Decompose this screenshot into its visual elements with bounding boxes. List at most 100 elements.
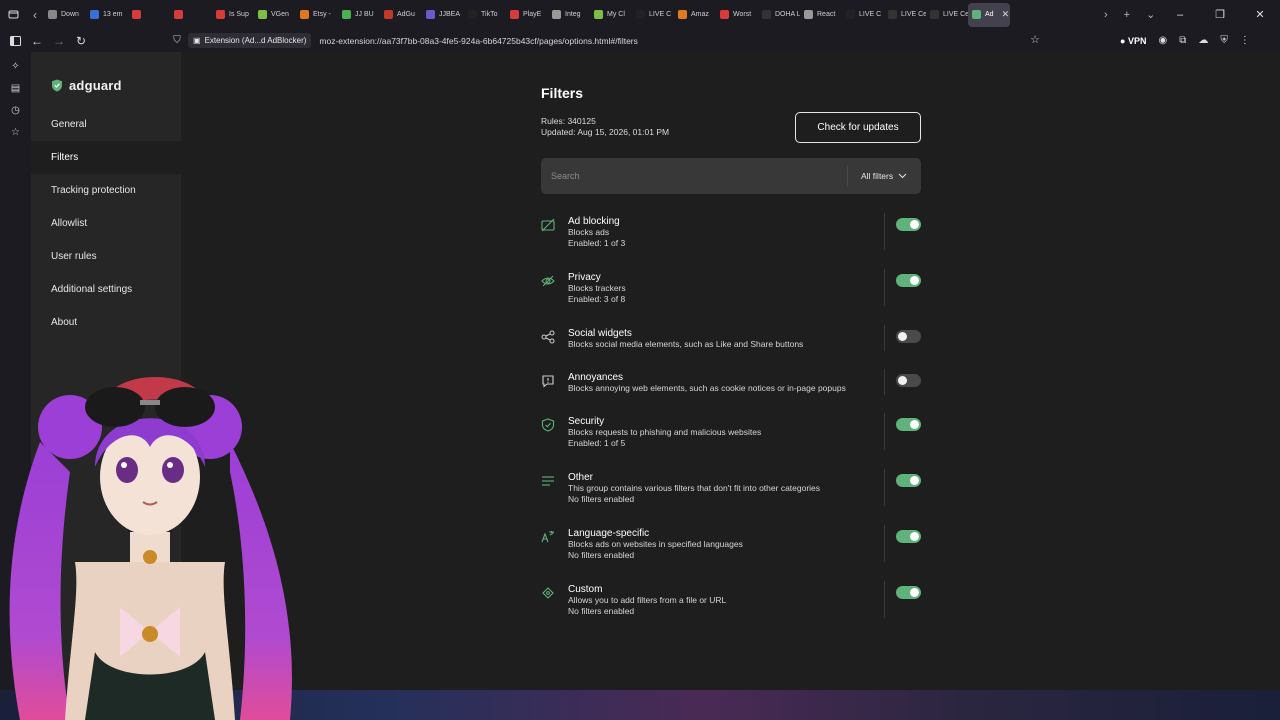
restore-button[interactable]: ❐ <box>1200 8 1240 21</box>
rules-meta: Rules: 340125 Updated: Aug 15, 2026, 01:… <box>541 116 669 138</box>
browser-tab[interactable]: LIVE Cent <box>926 3 968 27</box>
address-bar[interactable]: ⛉ ▣ Extension (Ad...d AdBlocker) moz-ext… <box>168 30 1048 51</box>
filter-group-toggle[interactable] <box>896 218 921 231</box>
browser-tab[interactable]: VGen <box>254 3 296 27</box>
sidebar-item-allowlist[interactable]: Allowlist <box>31 207 181 240</box>
tab-label: TikTo <box>481 11 498 18</box>
filter-group-toggle[interactable] <box>896 374 921 387</box>
sidebar-item-general[interactable]: General <box>31 108 181 141</box>
filter-group-toggle[interactable] <box>896 274 921 287</box>
filter-group-description: Blocks ads <box>568 227 610 238</box>
close-tab-icon[interactable]: ✕ <box>1002 9 1010 20</box>
account-icon[interactable]: ◉ <box>1158 35 1167 46</box>
tab-scroll-right-button[interactable]: › <box>1104 9 1108 21</box>
window-controls: – ❐ ✕ <box>1160 0 1280 29</box>
tab-bar: ‹ Down 13 em Is Sup VGen Etsy - JJ BU AdGu JJBE… <box>0 0 1280 29</box>
filter-group-toggle[interactable] <box>896 586 921 599</box>
other-lines-icon <box>541 474 555 488</box>
bookmark-star-icon[interactable]: ☆ <box>1030 33 1040 46</box>
ai-icon[interactable]: ✧ <box>0 55 31 77</box>
browser-tab[interactable] <box>170 3 212 27</box>
tab-label: Amaz <box>691 11 709 18</box>
tab-scroll-left-button[interactable]: ‹ <box>26 8 44 22</box>
filter-group-toggle[interactable] <box>896 530 921 543</box>
browser-tab[interactable]: Amaz <box>674 3 716 27</box>
sidebar-toggle-button[interactable] <box>4 31 26 51</box>
new-tab-button[interactable]: + <box>1124 9 1130 21</box>
browser-tab[interactable]: React <box>800 3 842 27</box>
browser-tab[interactable]: JJ BU <box>338 3 380 27</box>
vpn-button[interactable]: ● VPN <box>1120 36 1146 46</box>
browser-tab[interactable]: 13 em <box>86 3 128 27</box>
toolbar-right: ● VPN ◉ ⧉ ☁ ⛨ ⋮ <box>1120 29 1250 52</box>
sidebar-item-label: General <box>51 119 87 130</box>
filter-group-divider <box>884 269 885 306</box>
browser-tab[interactable]: PlayE <box>506 3 548 27</box>
bookmarks-icon[interactable]: ☆ <box>0 121 31 143</box>
filter-group-title: Privacy <box>568 272 601 283</box>
sidebar-item-filters[interactable]: Filters <box>31 141 181 174</box>
browser-tab[interactable]: LIVE Cent <box>884 3 926 27</box>
browser-tab[interactable]: TikTo <box>464 3 506 27</box>
filter-group-enabled-count: No filters enabled <box>568 606 635 617</box>
browser-tab[interactable]: JJBEA <box>422 3 464 27</box>
browser-tab[interactable]: Etsy - <box>296 3 338 27</box>
tab-favicon-icon <box>510 10 519 19</box>
filter-group-enabled-count: No filters enabled <box>568 550 635 561</box>
tab-favicon-icon <box>384 10 393 19</box>
filter-dropdown[interactable]: All filters <box>861 158 907 194</box>
reload-button[interactable]: ↻ <box>70 31 92 51</box>
browser-tab[interactable]: LIVE C <box>632 3 674 27</box>
history-icon[interactable]: ◷ <box>0 99 31 121</box>
browser-tab[interactable]: My Cl <box>590 3 632 27</box>
search-input[interactable] <box>541 158 846 194</box>
browser-tab[interactable]: AdGu <box>380 3 422 27</box>
tab-label: AdGu <box>397 11 415 18</box>
filter-group-toggle[interactable] <box>896 330 921 343</box>
tab-favicon-icon <box>426 10 435 19</box>
tab-favicon-icon <box>888 10 897 19</box>
filter-group-toggle[interactable] <box>896 474 921 487</box>
tracking-shield-icon[interactable]: ⛉ <box>168 35 186 46</box>
window-close-button[interactable]: ✕ <box>1240 8 1280 21</box>
tab-overview-icon <box>8 10 18 19</box>
cloud-icon[interactable]: ☁ <box>1198 35 1208 46</box>
browser-tab[interactable]: DOHA Liv <box>758 3 800 27</box>
adguard-toolbar-icon[interactable]: ⛨ <box>1220 35 1228 46</box>
browser-tab[interactable]: LIVE C <box>842 3 884 27</box>
sidebar-item-about[interactable]: About <box>31 306 181 339</box>
sidebar-item-additional-settings[interactable]: Additional settings <box>31 273 181 306</box>
sidebar-item-user-rules[interactable]: User rules <box>31 240 181 273</box>
tab-favicon-icon <box>258 10 267 19</box>
tab-label: Etsy - <box>313 11 331 18</box>
browser-tab[interactable]: Is Sup <box>212 3 254 27</box>
extension-identity-chip[interactable]: ▣ Extension (Ad...d AdBlocker) <box>188 33 312 48</box>
filter-group-divider <box>884 469 885 506</box>
check-updates-button[interactable]: Check for updates <box>795 112 921 143</box>
minimize-button[interactable]: – <box>1160 9 1200 21</box>
back-button[interactable]: ← <box>26 31 48 51</box>
extensions-icon[interactable]: ⧉ <box>1179 35 1186 46</box>
tab-favicon-icon <box>678 10 687 19</box>
browser-tab[interactable]: Ad ✕ <box>968 2 1010 27</box>
browser-tab[interactable]: Integ <box>548 3 590 27</box>
url-text[interactable]: moz-extension://aa73f7bb-08a3-4fe5-924a-… <box>319 36 638 46</box>
browser-tab[interactable]: Worst <box>716 3 758 27</box>
filter-group-toggle[interactable] <box>896 418 921 431</box>
filter-dropdown-label: All filters <box>861 171 894 181</box>
browser-tab[interactable]: Down <box>44 3 86 27</box>
filter-group-description: Allows you to add filters from a file or… <box>568 595 727 606</box>
privacy-icon <box>541 274 555 288</box>
forward-button[interactable]: → <box>48 31 70 51</box>
extension-chip-label: Extension (Ad...d AdBlocker) <box>204 36 307 45</box>
tab-label: Ad <box>985 11 994 18</box>
sidebar-item-tracking-protection[interactable]: Tracking protection <box>31 174 181 207</box>
filter-group-title: Security <box>568 416 605 427</box>
tab-list-button[interactable]: ⌄ <box>1146 8 1155 21</box>
tab-label: DOHA Liv <box>775 11 800 18</box>
filter-group-text: Ad blocking Blocks ads Enabled: 1 of 3 <box>568 216 625 250</box>
reader-icon[interactable]: ▤ <box>0 77 31 99</box>
menu-icon[interactable]: ⋮ <box>1240 35 1250 46</box>
tab-overview-button[interactable] <box>0 0 26 29</box>
browser-tab[interactable] <box>128 3 170 27</box>
